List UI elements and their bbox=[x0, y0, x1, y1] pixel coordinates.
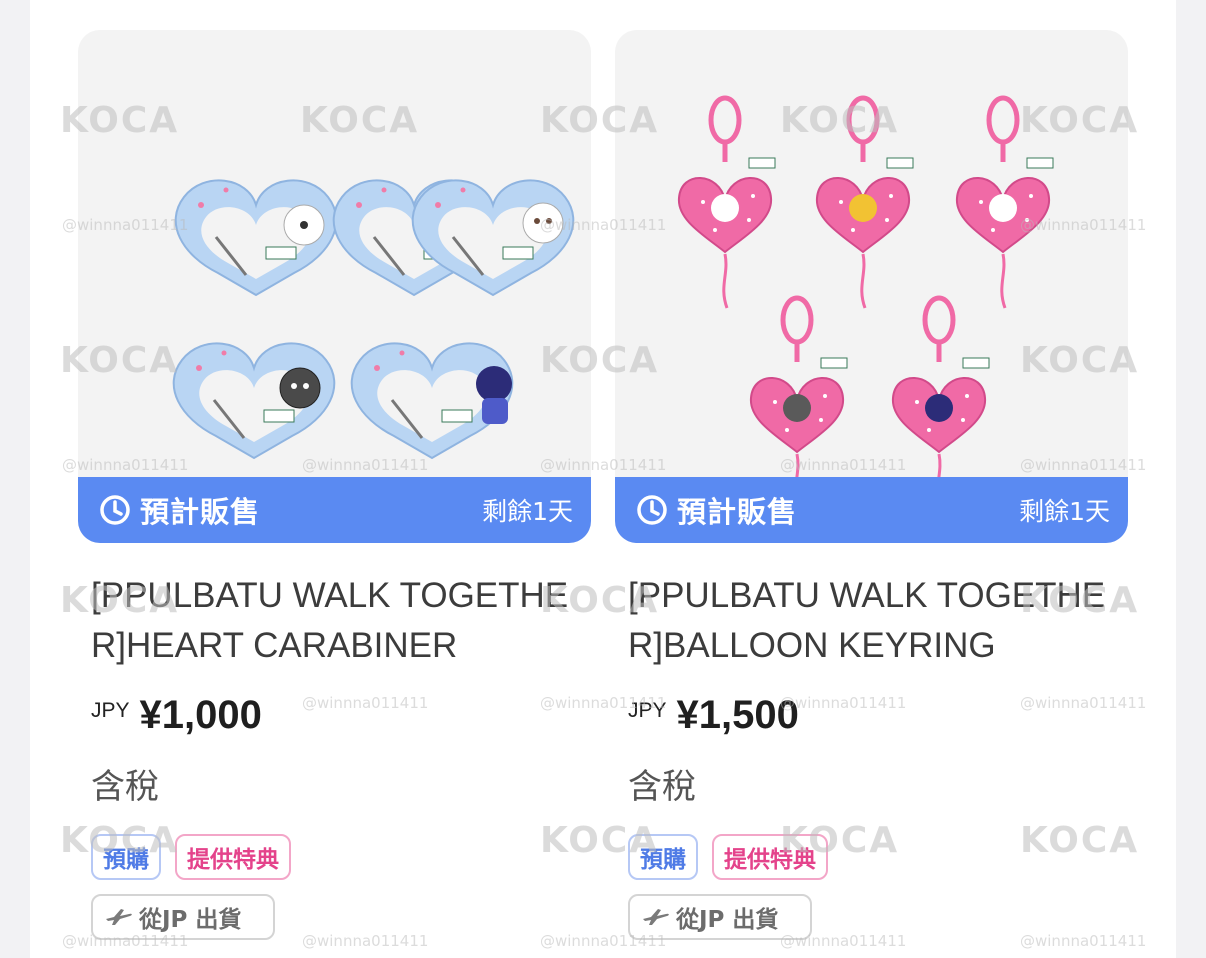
tax-note: 含稅 bbox=[91, 767, 159, 807]
product-card[interactable]: 預計販售 剩餘1天 [PPULBATU WALK TOGETHER]HEART … bbox=[78, 30, 591, 940]
bonus-tag: 提供特典 bbox=[175, 834, 291, 880]
shipping-label: 從JP 出貨 bbox=[139, 907, 242, 933]
tag-list: 預購 提供特典 bbox=[78, 834, 591, 880]
remaining-days: 剩餘1天 bbox=[1019, 497, 1110, 526]
preorder-tag: 預購 bbox=[91, 834, 161, 880]
heart-carabiner-product-image bbox=[172, 178, 575, 460]
sale-status-bar: 預計販售 剩餘1天 bbox=[615, 477, 1128, 543]
sale-status-label: 預計販售 bbox=[677, 495, 798, 529]
price-row: JPY ¥1,500 bbox=[615, 693, 1128, 745]
product-grid: 預計販售 剩餘1天 [PPULBATU WALK TOGETHER]HEART … bbox=[30, 0, 1176, 958]
shipping-badge: 從JP 出貨 bbox=[628, 894, 812, 940]
clock-icon bbox=[637, 495, 667, 525]
airplane-icon bbox=[106, 909, 132, 925]
tag-list: 預購 提供特典 bbox=[615, 834, 1128, 880]
preorder-tag: 預購 bbox=[628, 834, 698, 880]
product-title[interactable]: [PPULBATU WALK TOGETHER]HEART CARABINER bbox=[78, 571, 591, 671]
clock-icon bbox=[100, 495, 130, 525]
currency-code: JPY bbox=[628, 699, 667, 722]
product-image[interactable]: 預計販售 剩餘1天 bbox=[78, 30, 591, 543]
airplane-icon bbox=[643, 909, 669, 925]
product-title[interactable]: [PPULBATU WALK TOGETHER]BALLOON KEYRING bbox=[615, 571, 1128, 671]
price: ¥1,000 bbox=[139, 693, 262, 737]
shipping-label: 從JP 出貨 bbox=[676, 907, 779, 933]
tax-note: 含稅 bbox=[628, 767, 696, 807]
currency-code: JPY bbox=[91, 699, 130, 722]
remaining-days: 剩餘1天 bbox=[482, 497, 573, 526]
balloon-keyring-product-image bbox=[615, 30, 1128, 543]
bonus-tag: 提供特典 bbox=[712, 834, 828, 880]
sale-status-bar: 預計販售 剩餘1天 bbox=[78, 477, 591, 543]
product-card[interactable]: 預計販售 剩餘1天 [PPULBATU WALK TOGETHER]BALLOO… bbox=[615, 30, 1128, 940]
product-image[interactable]: 預計販售 剩餘1天 bbox=[615, 30, 1128, 543]
price: ¥1,500 bbox=[676, 693, 799, 737]
price-row: JPY ¥1,000 bbox=[78, 693, 591, 745]
sale-status-label: 預計販售 bbox=[140, 495, 261, 529]
shipping-badge: 從JP 出貨 bbox=[91, 894, 275, 940]
